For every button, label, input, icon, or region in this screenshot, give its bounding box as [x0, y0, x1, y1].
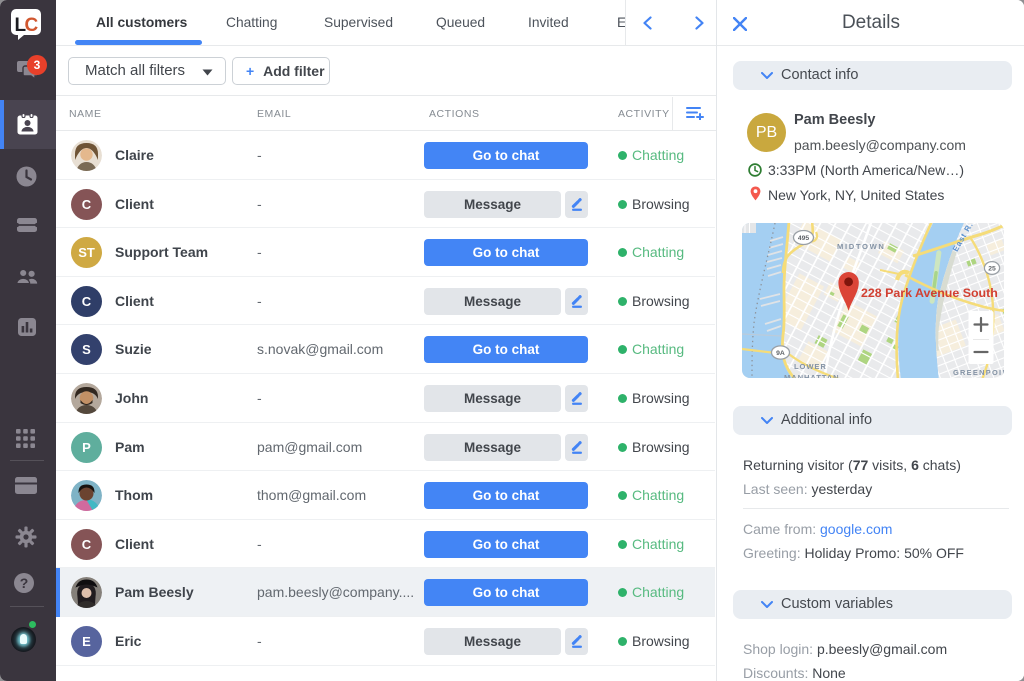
- svg-text:MANHATTAN: MANHATTAN: [784, 373, 839, 378]
- svg-text:GREENPOINT: GREENPOINT: [953, 368, 1004, 377]
- svg-text:9A: 9A: [776, 350, 785, 357]
- svg-text:495: 495: [798, 235, 810, 242]
- svg-text:C: C: [25, 15, 39, 36]
- svg-text:MIDTOWN: MIDTOWN: [837, 242, 886, 251]
- svg-text:228 Park Avenue South: 228 Park Avenue South: [861, 286, 998, 300]
- svg-text:25: 25: [988, 265, 996, 272]
- svg-text:LOWER: LOWER: [794, 362, 827, 371]
